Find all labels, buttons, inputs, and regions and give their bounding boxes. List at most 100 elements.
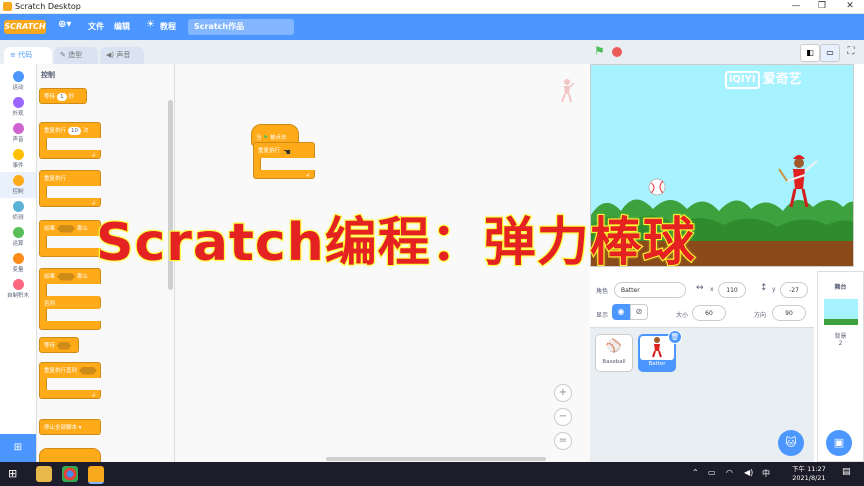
file-explorer-icon[interactable] bbox=[36, 466, 52, 482]
block-repeat-until[interactable]: 重复执行直到 ↲ bbox=[39, 362, 101, 399]
hide-sprite-eye-icon[interactable]: ⊘ bbox=[630, 304, 648, 320]
stop-option-dropdown[interactable]: 全部脚本 ▾ bbox=[55, 425, 82, 431]
block-categories: 运动 外观 声音 事件 控制 侦测 运算 变量 自制积木 bbox=[0, 64, 37, 462]
block-if-then[interactable]: 如果 那么 bbox=[39, 220, 101, 257]
close-button[interactable]: ✕ bbox=[840, 0, 860, 13]
y-label: y bbox=[772, 286, 776, 293]
tutorials-menu[interactable]: 教程 bbox=[160, 21, 176, 33]
wait-seconds-input[interactable]: 1 bbox=[57, 93, 67, 101]
size-input[interactable]: 60 bbox=[692, 305, 726, 321]
category-motion[interactable]: 运动 bbox=[0, 68, 36, 94]
category-sensing[interactable]: 侦测 bbox=[0, 198, 36, 224]
condition-slot[interactable] bbox=[57, 341, 72, 350]
sprite-name-label: 角色 bbox=[596, 288, 609, 295]
direction-label: 方向 bbox=[754, 312, 767, 319]
windows-start-icon[interactable]: ⊞ bbox=[8, 467, 17, 480]
maximize-button[interactable]: ❐ bbox=[812, 0, 832, 13]
iqiyi-watermark: iQIYI 爱奇艺 bbox=[725, 68, 802, 89]
zoom-out-button[interactable]: − bbox=[554, 408, 572, 426]
tab-code[interactable]: ≡ 代码 bbox=[4, 47, 52, 64]
size-label: 大小 bbox=[676, 312, 689, 319]
delete-sprite-trash-icon[interactable]: 🗑 bbox=[668, 330, 682, 344]
loop-arrow-icon: ↲ bbox=[91, 393, 96, 399]
video-overlay-title: Scratch编程：弹力棒球 bbox=[95, 212, 696, 274]
brush-icon: ✎ bbox=[60, 51, 69, 59]
scratch-taskbar-icon[interactable] bbox=[88, 466, 104, 484]
show-label: 显示 bbox=[596, 312, 609, 319]
zoom-reset-button[interactable]: = bbox=[554, 432, 572, 450]
category-looks[interactable]: 外观 bbox=[0, 94, 36, 120]
add-extension-button[interactable]: ⊞ bbox=[0, 434, 36, 462]
menu-bar: SCRATCH ⊕▾ 文件 编辑 ☀ 教程 Scratch作品 bbox=[0, 14, 864, 40]
minimize-button[interactable]: — bbox=[786, 0, 806, 13]
condition-slot[interactable] bbox=[57, 272, 76, 281]
repeat-count-input[interactable]: 10 bbox=[68, 127, 82, 135]
category-sound[interactable]: 声音 bbox=[0, 120, 36, 146]
palette-section-title: 控制 bbox=[41, 71, 55, 79]
network-icon[interactable]: ▭ bbox=[708, 468, 716, 477]
backdrops-label: 背景 bbox=[834, 333, 847, 340]
small-stage-button[interactable]: ◧ bbox=[800, 44, 820, 62]
category-control[interactable]: 控制 bbox=[0, 172, 36, 198]
y-position-input[interactable]: -27 bbox=[780, 282, 808, 298]
y-arrows-icon: ↕ bbox=[760, 283, 768, 293]
block-wait-seconds[interactable]: 等待 1 秒 bbox=[39, 88, 87, 104]
wifi-icon[interactable]: ◠ bbox=[726, 468, 733, 477]
block-hat-partial[interactable] bbox=[39, 448, 101, 462]
zoom-in-button[interactable]: + bbox=[554, 384, 572, 402]
fullscreen-icon[interactable]: ⛶ bbox=[842, 44, 860, 60]
x-position-input[interactable]: 110 bbox=[718, 282, 746, 298]
chrome-icon[interactable] bbox=[62, 466, 78, 482]
sprite-thumbnail-icon bbox=[555, 78, 575, 104]
edit-menu[interactable]: 编辑 bbox=[114, 21, 130, 33]
input-method-indicator[interactable]: 中 bbox=[762, 468, 770, 479]
category-operators[interactable]: 运算 bbox=[0, 224, 36, 250]
workspace-scrollbar[interactable] bbox=[326, 457, 546, 461]
file-menu[interactable]: 文件 bbox=[88, 21, 104, 33]
category-events[interactable]: 事件 bbox=[0, 146, 36, 172]
tutorials-lightbulb-icon[interactable]: ☀ bbox=[146, 19, 155, 31]
stop-sign-icon[interactable] bbox=[612, 47, 622, 57]
events-dot-icon bbox=[12, 149, 24, 160]
operators-dot-icon bbox=[12, 227, 24, 238]
scratch-logo[interactable]: SCRATCH bbox=[4, 20, 46, 34]
condition-slot[interactable] bbox=[57, 224, 76, 233]
choose-backdrop-icon[interactable]: ▣ bbox=[826, 430, 852, 456]
notifications-icon[interactable]: ▤ bbox=[842, 467, 851, 477]
project-title-input[interactable]: Scratch作品 bbox=[188, 19, 294, 35]
scratch-app-icon bbox=[3, 2, 12, 11]
code-tab-icon: ≡ bbox=[10, 51, 19, 59]
stage-panel-title: 舞台 bbox=[834, 284, 847, 291]
sound-dot-icon bbox=[12, 123, 24, 134]
block-repeat-times[interactable]: 重复执行 10 次 ↲ bbox=[39, 122, 101, 159]
clock[interactable]: 下午 11:27 2021/8/21 bbox=[792, 465, 826, 483]
tab-costumes[interactable]: ✎ 造型 bbox=[54, 47, 98, 64]
x-label: x bbox=[710, 286, 714, 293]
language-globe-icon[interactable]: ⊕▾ bbox=[58, 19, 71, 31]
green-flag-icon: ⚑ bbox=[263, 135, 269, 141]
backdrops-count: 2 bbox=[838, 340, 843, 347]
green-flag-icon[interactable]: ⚑ bbox=[594, 44, 605, 58]
category-my-blocks[interactable]: 自制积木 bbox=[0, 276, 36, 302]
tray-chevron-icon[interactable]: ⌃ bbox=[692, 468, 699, 477]
stage-header: ⚑ ◧ ▭ ⛶ bbox=[590, 40, 864, 64]
show-sprite-eye-icon[interactable]: ◉ bbox=[612, 304, 630, 320]
variables-dot-icon bbox=[12, 253, 24, 264]
category-variables[interactable]: 变量 bbox=[0, 250, 36, 276]
choose-sprite-cat-icon[interactable]: 🐱 bbox=[778, 430, 804, 456]
normal-stage-button[interactable]: ▭ bbox=[820, 44, 840, 62]
motion-dot-icon bbox=[12, 71, 24, 82]
block-wait-until[interactable]: 等待 bbox=[39, 337, 79, 353]
block-forever[interactable]: 重复执行 ↲ bbox=[39, 170, 101, 207]
tab-sounds[interactable]: ◀) 声音 bbox=[100, 47, 144, 64]
block-if-else[interactable]: 如果 那么 否则 bbox=[39, 268, 101, 330]
sprite-name-input[interactable]: Batter bbox=[614, 282, 686, 298]
window-title-bar: Scratch Desktop — ❐ ✕ bbox=[0, 0, 864, 14]
condition-slot[interactable] bbox=[79, 366, 98, 375]
direction-input[interactable]: 90 bbox=[772, 305, 806, 321]
sprite-card-baseball[interactable]: ⚾ Baseball bbox=[595, 334, 633, 372]
block-stop[interactable]: 停止全部脚本 ▾ bbox=[39, 419, 101, 435]
volume-icon[interactable]: ◀) bbox=[744, 468, 753, 477]
x-arrows-icon: ↔ bbox=[696, 283, 704, 293]
control-dot-icon bbox=[12, 175, 24, 186]
